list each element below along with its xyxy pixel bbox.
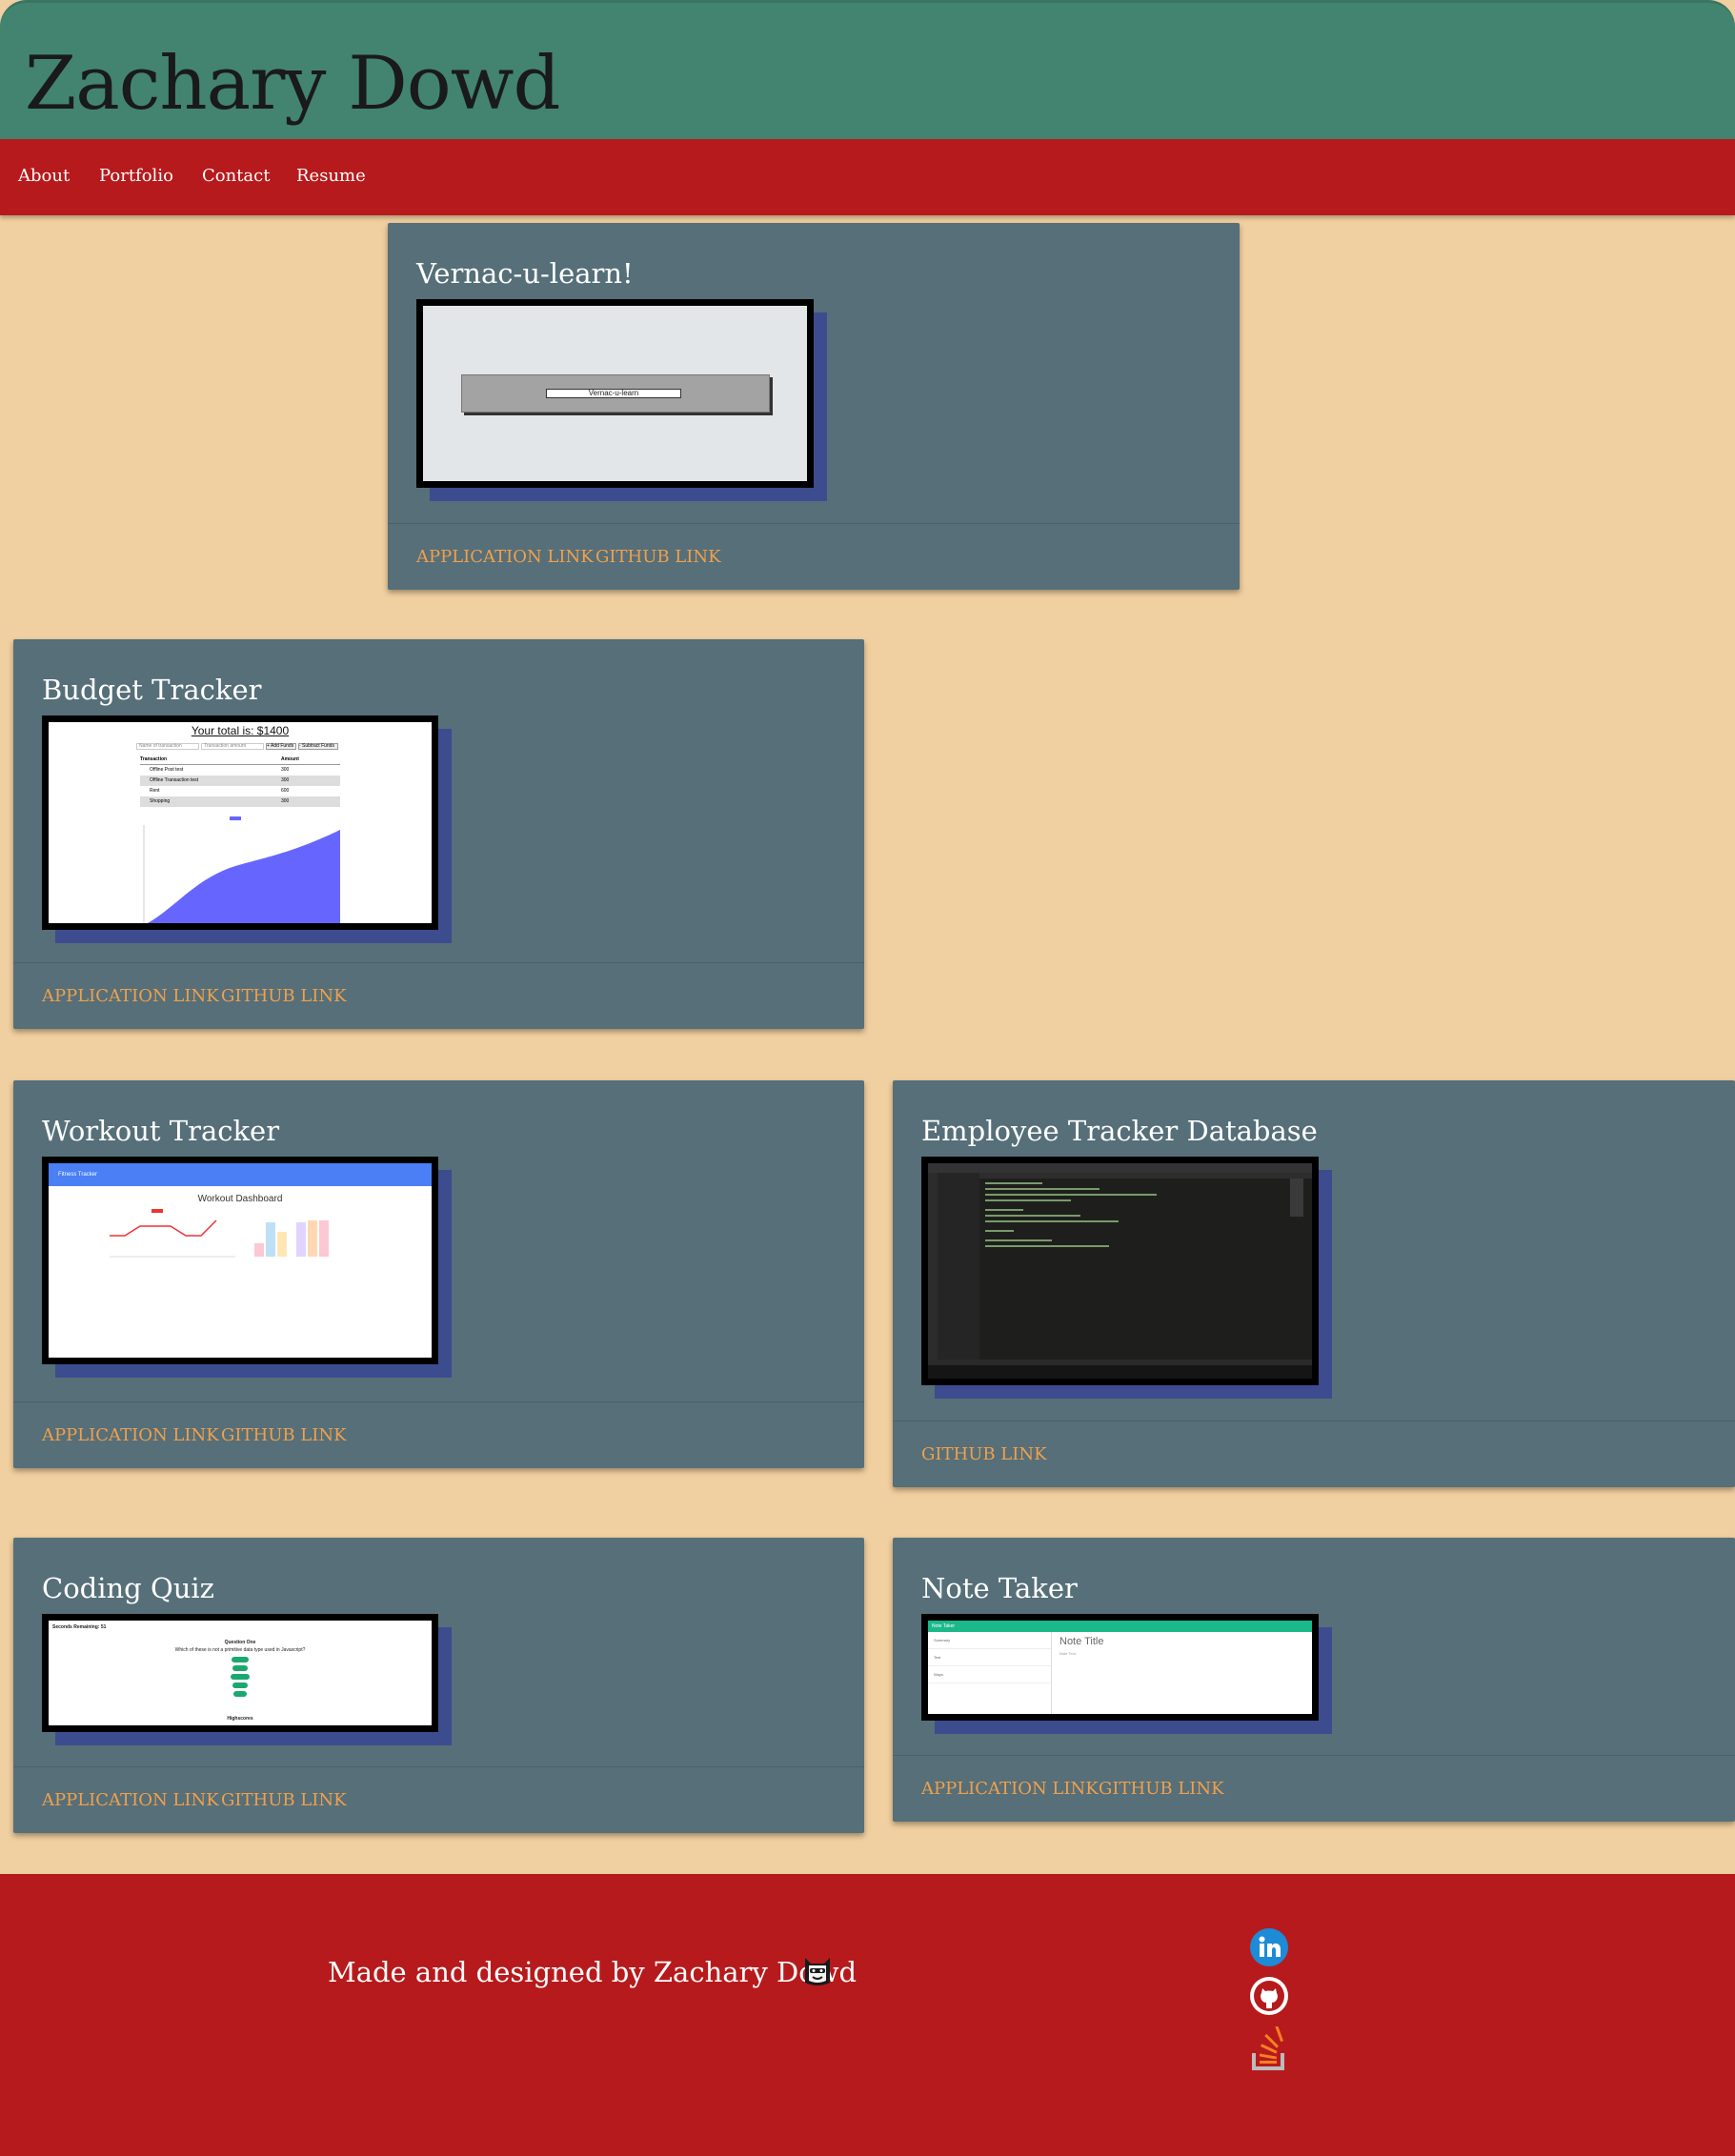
card-actions: APPLICATION LINK GITHUB LINK — [13, 1401, 864, 1468]
project-card-budget: Budget Tracker Your total is: $1400 Name… — [13, 639, 864, 1029]
screenshot-note-item: Ways — [928, 1666, 1051, 1683]
screenshot-heading: Workout Dashboard — [197, 1194, 283, 1204]
screenshot-note-item: Summary — [928, 1632, 1051, 1649]
project-card-workout: Workout Tracker Fitness Tracker Workout … — [13, 1080, 864, 1468]
screenshot-code-editor — [928, 1163, 1312, 1379]
screenshot-answer — [232, 1665, 248, 1671]
project-card-quiz: Coding Quiz Seconds Remaining: 51 Questi… — [13, 1538, 864, 1833]
project-title: Vernac-u-learn! — [416, 257, 634, 290]
screenshot-row-amount: 600 — [281, 788, 290, 794]
site-header: Zachary Dowd — [0, 0, 1735, 139]
card-actions: APPLICATION LINK GITHUB LINK — [893, 1755, 1735, 1822]
screenshot-table: Transaction Amount Offline Post test 300 O… — [140, 756, 340, 814]
card-actions: APPLICATION LINK GITHUB LINK — [388, 523, 1240, 590]
screenshot-heading: Your total is: $1400 — [191, 724, 290, 737]
github-link[interactable]: GITHUB LINK — [595, 547, 721, 567]
screenshot-row-amount: 300 — [281, 777, 290, 783]
screenshot-name-field: Name of transaction — [136, 743, 199, 750]
screenshot-banner: Vernac-u-learn — [461, 374, 770, 413]
application-link[interactable]: APPLICATION LINK — [921, 1779, 1099, 1799]
screenshot-question: Which of these is not a primitive data t… — [174, 1647, 306, 1653]
card-actions: APPLICATION LINK GITHUB LINK — [13, 962, 864, 1029]
nav-portfolio[interactable]: Portfolio — [99, 166, 173, 186]
project-screenshot[interactable]: Note Taker Summary Test Ways Note Title … — [921, 1614, 1319, 1721]
card-actions: APPLICATION LINK GITHUB LINK — [13, 1766, 864, 1833]
screenshot-answer — [232, 1657, 249, 1662]
project-title: Coding Quiz — [42, 1572, 214, 1604]
github-link[interactable]: GITHUB LINK — [221, 1425, 347, 1445]
screenshot-question-title: Question One — [224, 1640, 256, 1645]
project-title: Note Taker — [921, 1572, 1078, 1604]
screenshot-note-title: Note Title — [1059, 1636, 1104, 1647]
screenshot-col-amount: Amount — [281, 756, 299, 762]
stackoverflow-icon[interactable] — [1250, 2026, 1288, 2072]
screenshot-bar-chart — [254, 1220, 329, 1257]
site-footer: Made and designed by Zachary Dowd — [0, 1874, 1735, 2156]
screenshot-row-amount: 300 — [281, 767, 290, 773]
screenshot-col-transaction: Transaction — [140, 756, 168, 762]
project-title: Budget Tracker — [42, 674, 262, 706]
application-link[interactable]: APPLICATION LINK — [42, 1425, 219, 1445]
screenshot-navbar: Note Taker — [928, 1621, 1312, 1632]
github-link[interactable]: GITHUB LINK — [1099, 1779, 1224, 1799]
project-screenshot[interactable] — [921, 1157, 1319, 1385]
nav-resume[interactable]: Resume — [296, 166, 366, 186]
screenshot-button: Vernac-u-learn — [546, 389, 681, 398]
site-title: Zachary Dowd — [25, 41, 560, 127]
nav-contact[interactable]: Contact — [202, 166, 270, 186]
screenshot-timer: Seconds Remaining: 51 — [52, 1624, 107, 1630]
project-card-notes: Note Taker Note Taker Summary Test Ways … — [893, 1538, 1735, 1822]
screenshot-row-label: Offline Post test — [150, 767, 184, 773]
screenshot-subtract-button: - Subtract Funds — [298, 743, 338, 750]
project-screenshot[interactable]: Your total is: $1400 Name of transaction… — [42, 715, 438, 930]
screenshot-area-chart — [143, 816, 340, 923]
github-link[interactable]: GITHUB LINK — [921, 1444, 1047, 1464]
github-link[interactable]: GITHUB LINK — [221, 1790, 347, 1810]
screenshot-highscores: Highscores — [227, 1716, 253, 1722]
project-title: Employee Tracker Database — [921, 1115, 1318, 1147]
project-card-vernac: Vernac-u-learn! Vernac-u-learn APPLICATI… — [388, 223, 1240, 590]
project-screenshot[interactable]: Seconds Remaining: 51 Question One Which… — [42, 1614, 438, 1732]
screenshot-note-item: Test — [928, 1649, 1051, 1666]
screenshot-row-label: Rent — [150, 788, 160, 794]
screenshot-row-label: Offline Transaction test — [150, 777, 199, 783]
card-actions: GITHUB LINK — [893, 1421, 1735, 1487]
nav-about[interactable]: About — [18, 166, 70, 186]
screenshot-navbar: Fitness Tracker — [49, 1163, 432, 1186]
screenshot-answer — [233, 1691, 247, 1697]
screenshot-row-amount: 300 — [281, 798, 290, 804]
screenshot-answer — [232, 1682, 248, 1688]
screenshot-note-list: Summary Test Ways — [928, 1632, 1052, 1714]
application-link[interactable]: APPLICATION LINK — [42, 1790, 219, 1810]
application-link[interactable]: APPLICATION LINK — [42, 986, 219, 1006]
github-icon[interactable] — [1250, 1977, 1288, 2015]
screenshot-amount-field: Transaction amount — [201, 743, 264, 750]
application-link[interactable]: APPLICATION LINK — [416, 547, 594, 567]
project-screenshot[interactable]: Vernac-u-learn — [416, 299, 814, 488]
footer-credit: Made and designed by Zachary Dowd — [328, 1956, 857, 1988]
screenshot-add-button: + Add Funds — [266, 743, 296, 750]
screenshot-line-chart — [110, 1209, 235, 1258]
project-card-employee: Employee Tracker Database GITHUB LINK — [893, 1080, 1735, 1487]
project-title: Workout Tracker — [42, 1115, 280, 1147]
robot-emoji-icon — [805, 1958, 830, 1985]
linkedin-icon[interactable] — [1250, 1928, 1288, 1966]
main-nav: About Portfolio Contact Resume — [0, 139, 1735, 215]
screenshot-answer — [231, 1674, 250, 1680]
project-screenshot[interactable]: Fitness Tracker Workout Dashboard — [42, 1157, 438, 1364]
screenshot-note-text: Note Text — [1059, 1651, 1076, 1656]
screenshot-row-label: Shopping — [150, 798, 171, 804]
github-link[interactable]: GITHUB LINK — [221, 986, 347, 1006]
